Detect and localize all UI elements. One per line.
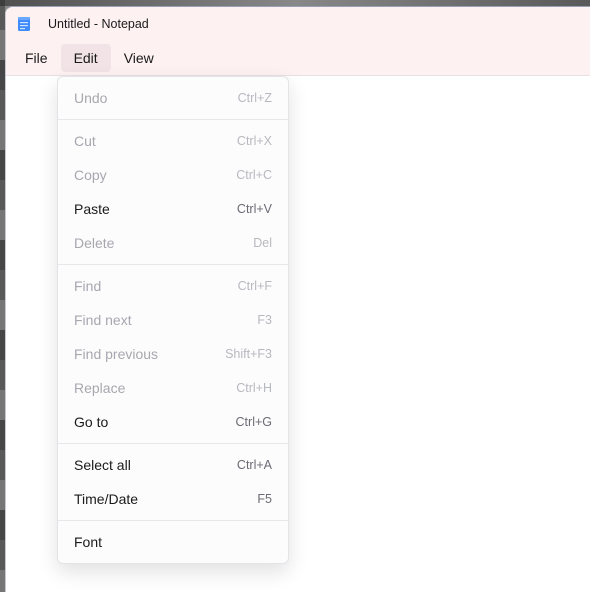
edit-replace-shortcut: Ctrl+H bbox=[236, 381, 272, 395]
edit-go-to-shortcut: Ctrl+G bbox=[236, 415, 272, 429]
window-title: Untitled - Notepad bbox=[42, 17, 149, 31]
notepad-window: Untitled - Notepad File Edit View Undo C… bbox=[5, 6, 590, 592]
edit-font[interactable]: Font bbox=[58, 525, 288, 559]
edit-copy: Copy Ctrl+C bbox=[58, 158, 288, 192]
edit-select-all[interactable]: Select all Ctrl+A bbox=[58, 448, 288, 482]
edit-replace: Replace Ctrl+H bbox=[58, 371, 288, 405]
edit-find: Find Ctrl+F bbox=[58, 269, 288, 303]
menu-view-label: View bbox=[124, 50, 154, 66]
edit-dropdown: Undo Ctrl+Z Cut Ctrl+X Copy Ctrl+C Paste… bbox=[57, 76, 289, 564]
menu-separator bbox=[58, 443, 288, 444]
menu-file[interactable]: File bbox=[12, 44, 61, 72]
edit-time-date[interactable]: Time/Date F5 bbox=[58, 482, 288, 516]
notepad-app-icon bbox=[16, 16, 32, 32]
edit-find-previous-label: Find previous bbox=[74, 346, 158, 362]
edit-find-next-shortcut: F3 bbox=[257, 313, 272, 327]
edit-copy-label: Copy bbox=[74, 167, 107, 183]
edit-delete-shortcut: Del bbox=[253, 236, 272, 250]
menu-file-label: File bbox=[25, 50, 48, 66]
edit-undo-label: Undo bbox=[74, 90, 107, 106]
edit-go-to[interactable]: Go to Ctrl+G bbox=[58, 405, 288, 439]
edit-replace-label: Replace bbox=[74, 380, 125, 396]
edit-find-next-label: Find next bbox=[74, 312, 132, 328]
menu-separator bbox=[58, 520, 288, 521]
edit-cut: Cut Ctrl+X bbox=[58, 124, 288, 158]
edit-undo-shortcut: Ctrl+Z bbox=[238, 91, 272, 105]
edit-go-to-label: Go to bbox=[74, 414, 108, 430]
edit-time-date-label: Time/Date bbox=[74, 491, 138, 507]
menu-edit-label: Edit bbox=[74, 50, 98, 66]
menu-view[interactable]: View bbox=[111, 44, 167, 72]
edit-find-previous: Find previous Shift+F3 bbox=[58, 337, 288, 371]
edit-copy-shortcut: Ctrl+C bbox=[236, 168, 272, 182]
edit-font-label: Font bbox=[74, 534, 102, 550]
edit-cut-shortcut: Ctrl+X bbox=[237, 134, 272, 148]
edit-paste-shortcut: Ctrl+V bbox=[237, 202, 272, 216]
edit-select-all-shortcut: Ctrl+A bbox=[237, 458, 272, 472]
edit-find-previous-shortcut: Shift+F3 bbox=[225, 347, 272, 361]
menu-separator bbox=[58, 264, 288, 265]
edit-time-date-shortcut: F5 bbox=[257, 492, 272, 506]
editor-area[interactable]: Undo Ctrl+Z Cut Ctrl+X Copy Ctrl+C Paste… bbox=[6, 76, 590, 592]
edit-find-label: Find bbox=[74, 278, 101, 294]
edit-delete: Delete Del bbox=[58, 226, 288, 260]
menubar: File Edit View bbox=[6, 40, 590, 76]
edit-find-shortcut: Ctrl+F bbox=[238, 279, 272, 293]
edit-paste-label: Paste bbox=[74, 201, 110, 217]
edit-find-next: Find next F3 bbox=[58, 303, 288, 337]
menu-edit[interactable]: Edit bbox=[61, 44, 111, 72]
menu-separator bbox=[58, 119, 288, 120]
edit-delete-label: Delete bbox=[74, 235, 114, 251]
edit-cut-label: Cut bbox=[74, 133, 96, 149]
edit-paste[interactable]: Paste Ctrl+V bbox=[58, 192, 288, 226]
titlebar[interactable]: Untitled - Notepad bbox=[6, 7, 590, 40]
edit-undo: Undo Ctrl+Z bbox=[58, 81, 288, 115]
edit-select-all-label: Select all bbox=[74, 457, 131, 473]
